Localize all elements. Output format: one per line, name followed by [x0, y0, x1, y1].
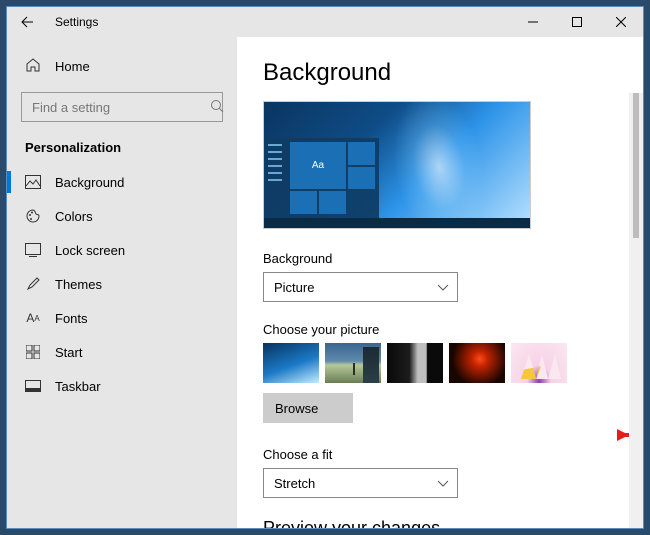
chevron-down-icon: [437, 280, 449, 295]
close-button[interactable]: [599, 7, 643, 37]
picture-thumbnail[interactable]: [263, 343, 319, 383]
lockscreen-icon: [25, 242, 41, 258]
nav-label: Taskbar: [55, 379, 101, 394]
nav-item-background[interactable]: Background: [7, 165, 237, 199]
taskbar-icon: [25, 378, 41, 394]
font-icon: AA: [25, 310, 41, 326]
fit-dropdown[interactable]: Stretch: [263, 468, 458, 498]
nav-item-start[interactable]: Start: [7, 335, 237, 369]
nav-item-lockscreen[interactable]: Lock screen: [7, 233, 237, 267]
palette-icon: [25, 208, 41, 224]
picture-icon: [25, 174, 41, 190]
nav-item-themes[interactable]: Themes: [7, 267, 237, 301]
sidebar: Home Personalization Background Colors L…: [7, 37, 237, 528]
home-label: Home: [55, 59, 90, 74]
browse-button-label: Browse: [275, 401, 318, 416]
picture-thumbnail[interactable]: [449, 343, 505, 383]
nav-item-taskbar[interactable]: Taskbar: [7, 369, 237, 403]
nav-item-fonts[interactable]: AA Fonts: [7, 301, 237, 335]
background-dropdown[interactable]: Picture: [263, 272, 458, 302]
browse-button[interactable]: Browse: [263, 393, 353, 423]
maximize-button[interactable]: [555, 7, 599, 37]
minimize-button[interactable]: [511, 7, 555, 37]
nav-label: Start: [55, 345, 82, 360]
desktop-preview: Aa: [263, 101, 531, 229]
search-box[interactable]: [21, 92, 223, 122]
preview-changes-heading: Preview your changes: [263, 518, 621, 528]
choose-picture-label: Choose your picture: [263, 322, 621, 337]
nav-label: Colors: [55, 209, 93, 224]
brush-icon: [25, 276, 41, 292]
back-button[interactable]: [13, 8, 41, 36]
nav-label: Fonts: [55, 311, 88, 326]
fit-dropdown-value: Stretch: [274, 476, 315, 491]
close-icon: [616, 17, 626, 27]
chevron-down-icon: [437, 476, 449, 491]
search-input[interactable]: [30, 99, 210, 116]
page-heading: Background: [263, 59, 621, 87]
nav-label: Background: [55, 175, 124, 190]
maximize-icon: [572, 17, 582, 27]
picture-thumbnail[interactable]: [325, 343, 381, 383]
background-dropdown-label: Background: [263, 251, 621, 266]
start-icon: [25, 344, 41, 360]
window-title: Settings: [55, 15, 98, 29]
picture-thumbnails: [263, 343, 621, 383]
search-icon: [210, 99, 224, 116]
preview-tile-text: Aa: [290, 142, 346, 189]
title-bar: Settings: [7, 7, 643, 37]
picture-thumbnail[interactable]: [387, 343, 443, 383]
content-area: Background Aa Background Picture Choose …: [237, 37, 643, 528]
nav-item-colors[interactable]: Colors: [7, 199, 237, 233]
nav-label: Lock screen: [55, 243, 125, 258]
nav-label: Themes: [55, 277, 102, 292]
picture-thumbnail[interactable]: [511, 343, 567, 383]
home-link[interactable]: Home: [7, 51, 237, 82]
back-arrow-icon: [20, 15, 34, 29]
section-header: Personalization: [7, 140, 237, 165]
home-icon: [25, 57, 41, 76]
scrollbar-thumb[interactable]: [633, 93, 639, 238]
minimize-icon: [528, 17, 538, 27]
choose-fit-label: Choose a fit: [263, 447, 621, 462]
settings-window: Settings Home Persona: [6, 6, 644, 529]
background-dropdown-value: Picture: [274, 280, 314, 295]
